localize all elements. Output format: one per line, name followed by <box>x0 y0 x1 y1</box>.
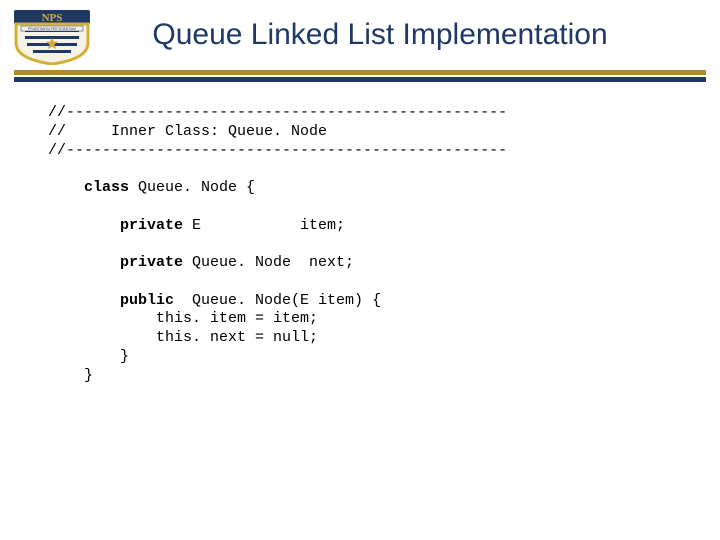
code-field2: Queue. Node next; <box>183 254 354 271</box>
slide-title: Queue Linked List Implementation <box>92 8 708 52</box>
code-ctor-body2: this. next = null; <box>156 329 318 346</box>
code-public-keyword: public <box>120 292 174 309</box>
code-private2-keyword: private <box>120 254 183 271</box>
logo-top-text: NPS <box>42 12 63 24</box>
code-block: //--------------------------------------… <box>48 104 680 385</box>
code-close-inner: } <box>120 348 129 365</box>
code-field1: E item; <box>183 217 345 234</box>
rule-gold <box>14 70 706 75</box>
logo-motto-text: PRAESTANTIA PER SCIENTIAM <box>28 27 76 31</box>
code-comment-sep-bot: //--------------------------------------… <box>48 142 507 159</box>
slide-content: //--------------------------------------… <box>0 82 720 385</box>
code-class-keyword: class <box>84 179 129 196</box>
slide: NPS PRAESTANTIA PER SCIENTIAM Queue Link… <box>0 0 720 540</box>
code-close-outer: } <box>84 367 93 384</box>
code-comment-sep-top: //--------------------------------------… <box>48 104 507 121</box>
code-ctor-body1: this. item = item; <box>156 310 318 327</box>
nps-logo: NPS PRAESTANTIA PER SCIENTIAM <box>12 8 92 66</box>
code-comment-label: // Inner Class: Queue. Node <box>48 123 327 140</box>
code-class-decl: Queue. Node { <box>129 179 255 196</box>
slide-header: NPS PRAESTANTIA PER SCIENTIAM Queue Link… <box>0 0 720 66</box>
shield-icon: NPS PRAESTANTIA PER SCIENTIAM <box>13 9 91 65</box>
title-underline <box>14 70 706 82</box>
code-private1-keyword: private <box>120 217 183 234</box>
code-ctor-decl: Queue. Node(E item) { <box>174 292 381 309</box>
